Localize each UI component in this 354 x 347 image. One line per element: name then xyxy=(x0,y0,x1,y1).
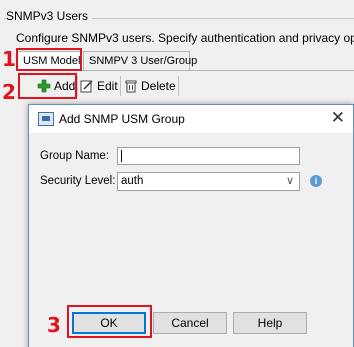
edit-button[interactable]: Edit xyxy=(80,76,118,96)
callout-highlight-tab xyxy=(16,48,82,71)
delete-button-label: Delete xyxy=(141,79,176,93)
toolbar-separator xyxy=(120,76,121,96)
text-caret xyxy=(121,150,122,162)
callout-number-2: 2 xyxy=(2,80,16,104)
groupbox-legend: SNMPv3 Users xyxy=(6,9,93,23)
plus-icon xyxy=(37,79,51,93)
group-name-input[interactable] xyxy=(117,147,300,165)
tab-snmpv3-user-group[interactable]: SNMPV 3 User/Group xyxy=(83,51,197,71)
chevron-down-icon: ∨ xyxy=(285,175,294,187)
help-button[interactable]: Help xyxy=(233,312,307,334)
edit-icon xyxy=(80,79,94,93)
panel-description: Configure SNMPv3 users. Specify authenti… xyxy=(16,31,354,45)
edit-button-label: Edit xyxy=(97,79,118,93)
add-button-label: Add xyxy=(54,79,76,93)
dialog-titlebar[interactable]: Add SNMP USM Group ✕ xyxy=(29,105,353,133)
trash-icon xyxy=(124,79,138,93)
dialog-app-icon xyxy=(38,112,54,126)
delete-button[interactable]: Delete xyxy=(124,76,176,96)
info-icon[interactable]: i xyxy=(310,175,322,187)
callout-number-1: 1 xyxy=(2,47,16,71)
cancel-button[interactable]: Cancel xyxy=(153,312,227,334)
dialog-title: Add SNMP USM Group xyxy=(59,112,185,126)
add-button[interactable]: Add xyxy=(37,76,75,96)
toolbar-separator xyxy=(178,76,179,96)
app-window: SNMPv3 Users Configure SNMPv3 users. Spe… xyxy=(0,0,354,347)
security-level-label: Security Level: xyxy=(40,175,116,187)
security-level-value: auth xyxy=(121,175,144,187)
callout-highlight-ok xyxy=(67,305,152,338)
group-name-label: Group Name: xyxy=(40,150,110,162)
toolbar-separator xyxy=(77,76,78,96)
close-icon[interactable]: ✕ xyxy=(331,108,345,128)
callout-number-3: 3 xyxy=(47,313,61,337)
security-level-select[interactable]: auth ∨ xyxy=(117,172,300,191)
